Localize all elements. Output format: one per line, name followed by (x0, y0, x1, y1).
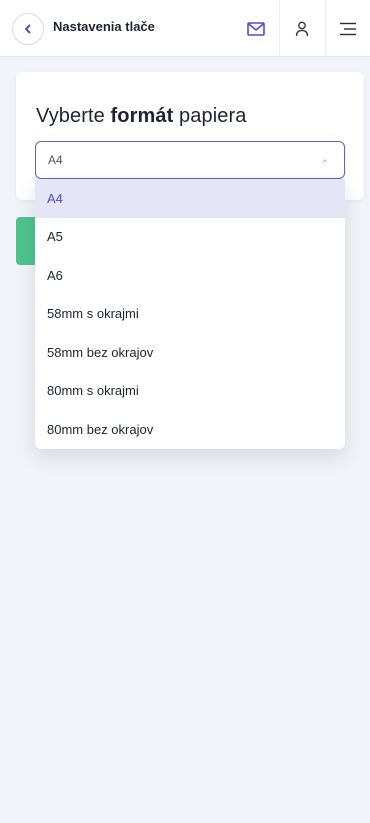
mail-button[interactable] (233, 0, 278, 57)
profile-button[interactable] (279, 0, 324, 57)
back-button[interactable] (12, 13, 44, 45)
mail-icon (246, 21, 265, 36)
chevron-up-icon (322, 159, 328, 163)
user-icon (295, 21, 309, 36)
option-a4[interactable]: A4 (35, 179, 345, 218)
option-a5[interactable]: A5 (35, 218, 345, 257)
option-a6[interactable]: A6 (35, 256, 345, 295)
option-80mm-bez-okrajov[interactable]: 80mm bez okrajov (35, 410, 345, 449)
option-58mm-s-okrajmi[interactable]: 58mm s okrajmi (35, 295, 345, 334)
card-title-prefix: Vyberte (36, 105, 111, 127)
chevron-left-icon (25, 24, 31, 34)
option-58mm-bez-okrajov[interactable]: 58mm bez okrajov (35, 333, 345, 372)
option-80mm-s-okrajmi[interactable]: 80mm s okrajmi (35, 372, 345, 411)
menu-button[interactable] (325, 0, 370, 57)
card-title-bold: formát (110, 105, 174, 127)
paper-format-dropdown: A4 A5 A6 58mm s okrajmi 58mm bez okrajov… (35, 179, 345, 449)
app-header: Nastavenia tlače (0, 0, 370, 57)
card-title: Vyberte formát papiera (36, 105, 246, 128)
select-value: A4 (48, 153, 63, 167)
paper-format-select[interactable]: A4 (35, 141, 345, 179)
menu-icon (340, 22, 356, 35)
card-title-suffix: papiera (173, 105, 247, 127)
page-title: Nastavenia tlače (53, 19, 155, 34)
confirm-button[interactable] (16, 217, 36, 265)
